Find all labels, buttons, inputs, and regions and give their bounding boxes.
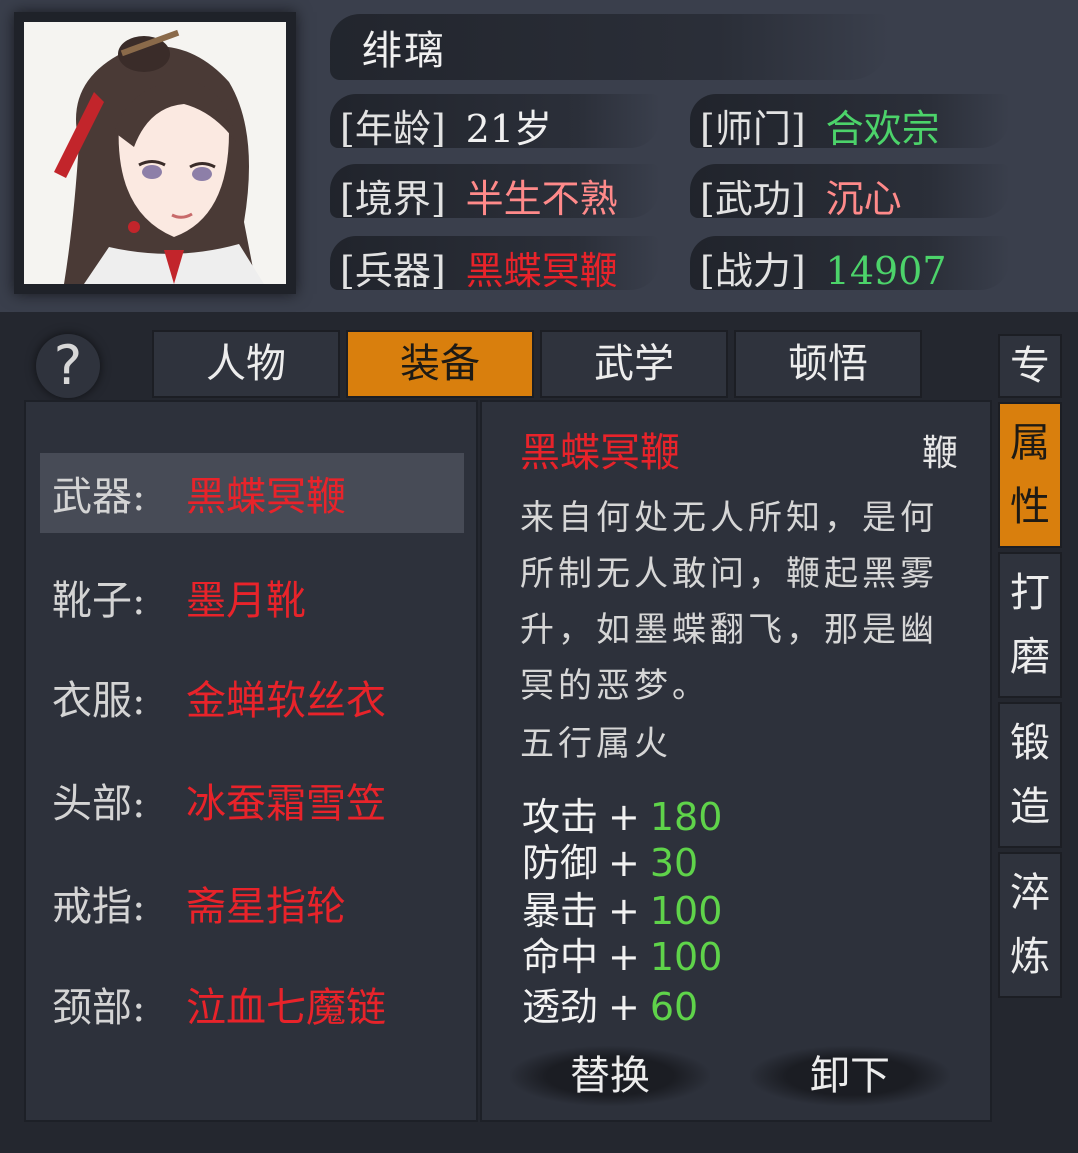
age-value: 21岁 xyxy=(465,107,553,151)
bonus-stat: 透劲 xyxy=(522,985,599,1029)
slot-head[interactable]: 头部: 冰蚕霜雪笠 xyxy=(40,760,464,840)
age-label: [年龄] xyxy=(340,107,446,151)
weapon-stat: [兵器] 黑蝶冥鞭 xyxy=(340,240,618,295)
bonus-sign: + xyxy=(608,935,640,979)
power-label: [战力] xyxy=(700,249,806,293)
sect-label: [师门] xyxy=(700,107,806,151)
bonus-row: 透劲 +60 xyxy=(522,976,698,1031)
bonus-stat: 命中 xyxy=(522,935,599,979)
realm-label: [境界] xyxy=(340,177,446,221)
slot-neck[interactable]: 颈部: 泣血七魔链 xyxy=(40,964,464,1044)
tab-equipment[interactable]: 装备 xyxy=(346,330,534,398)
tab-enlightenment[interactable]: 顿悟 xyxy=(734,330,922,398)
side-tab-char: 造 xyxy=(1010,784,1050,830)
slot-value: 冰蚕霜雪笠 xyxy=(186,781,386,827)
tab-martial-arts[interactable]: 武学 xyxy=(540,330,728,398)
slot-label: 武器: xyxy=(52,474,146,520)
side-tab-exclusive[interactable]: 专 xyxy=(998,334,1062,398)
skill-value: 沉心 xyxy=(825,177,902,221)
bonus-sign: + xyxy=(608,985,640,1029)
slot-value: 墨月靴 xyxy=(186,578,306,624)
slot-value: 斋星指轮 xyxy=(186,884,346,930)
slot-value: 黑蝶冥鞭 xyxy=(186,474,346,520)
help-icon[interactable]: ? xyxy=(36,334,100,398)
age-stat: [年龄] 21岁 xyxy=(340,98,552,153)
slot-weapon[interactable]: 武器: 黑蝶冥鞭 xyxy=(40,453,464,533)
side-tab-char: 属 xyxy=(1010,420,1050,466)
slot-ring[interactable]: 戒指: 斋星指轮 xyxy=(40,863,464,943)
bonus-stat: 防御 xyxy=(522,841,599,885)
replace-button[interactable]: 替换 xyxy=(510,1046,710,1106)
side-tab-temper[interactable]: 淬 炼 xyxy=(998,852,1062,998)
slot-value: 金蝉软丝衣 xyxy=(186,678,386,724)
bonus-value: 30 xyxy=(649,841,699,885)
bonus-value: 100 xyxy=(649,935,723,979)
weapon-label: [兵器] xyxy=(340,249,446,293)
slot-clothes[interactable]: 衣服: 金蝉软丝衣 xyxy=(40,657,464,737)
side-tab-char: 淬 xyxy=(1010,870,1050,916)
side-tab-polish[interactable]: 打 磨 xyxy=(998,552,1062,698)
item-element: 五行属火 xyxy=(520,724,672,764)
sect-stat: [师门] 合欢宗 xyxy=(700,98,940,153)
side-tab-char: 性 xyxy=(1010,484,1050,530)
side-tab-forge[interactable]: 锻 造 xyxy=(998,702,1062,848)
slot-label: 戒指: xyxy=(52,884,146,930)
skill-stat: [武功] 沉心 xyxy=(700,168,902,223)
character-portrait[interactable] xyxy=(24,22,286,284)
bonus-sign: + xyxy=(608,841,640,885)
item-description: 来自何处无人所知，是何所制无人敢问，鞭起黑雾升，如墨蝶翻飞，那是幽冥的恶梦。 xyxy=(520,498,938,706)
portrait-frame xyxy=(14,12,296,294)
character-name: 绯璃 xyxy=(362,28,446,74)
bonus-value: 60 xyxy=(649,985,699,1029)
tab-character[interactable]: 人物 xyxy=(152,330,340,398)
character-portrait-image xyxy=(24,22,286,284)
side-tab-char: 打 xyxy=(1010,570,1050,616)
power-stat: [战力] 14907 xyxy=(700,240,947,295)
side-tab-attributes[interactable]: 属 性 xyxy=(998,402,1062,548)
side-tab-char: 炼 xyxy=(1010,934,1050,980)
bonus-row: 防御 +30 xyxy=(522,832,698,887)
weapon-value: 黑蝶冥鞭 xyxy=(465,249,618,293)
side-tab-char: 专 xyxy=(1010,343,1050,389)
slot-label: 颈部: xyxy=(52,985,146,1031)
slot-label: 衣服: xyxy=(52,678,146,724)
side-tab-char: 锻 xyxy=(1010,720,1050,766)
slot-value: 泣血七魔链 xyxy=(186,985,386,1031)
slot-label: 靴子: xyxy=(52,578,146,624)
sect-value: 合欢宗 xyxy=(825,107,940,151)
power-value: 14907 xyxy=(825,249,947,293)
skill-label: [武功] xyxy=(700,177,806,221)
unequip-button[interactable]: 卸下 xyxy=(750,1046,950,1106)
slot-label: 头部: xyxy=(52,781,146,827)
slot-boots[interactable]: 靴子: 墨月靴 xyxy=(40,557,464,637)
item-name: 黑蝶冥鞭 xyxy=(520,430,680,476)
bonus-row: 命中 +100 xyxy=(522,926,722,981)
item-type: 鞭 xyxy=(922,433,959,474)
realm-value: 半生不熟 xyxy=(465,177,618,221)
side-tab-char: 磨 xyxy=(1010,634,1050,680)
realm-stat: [境界] 半生不熟 xyxy=(340,168,618,223)
